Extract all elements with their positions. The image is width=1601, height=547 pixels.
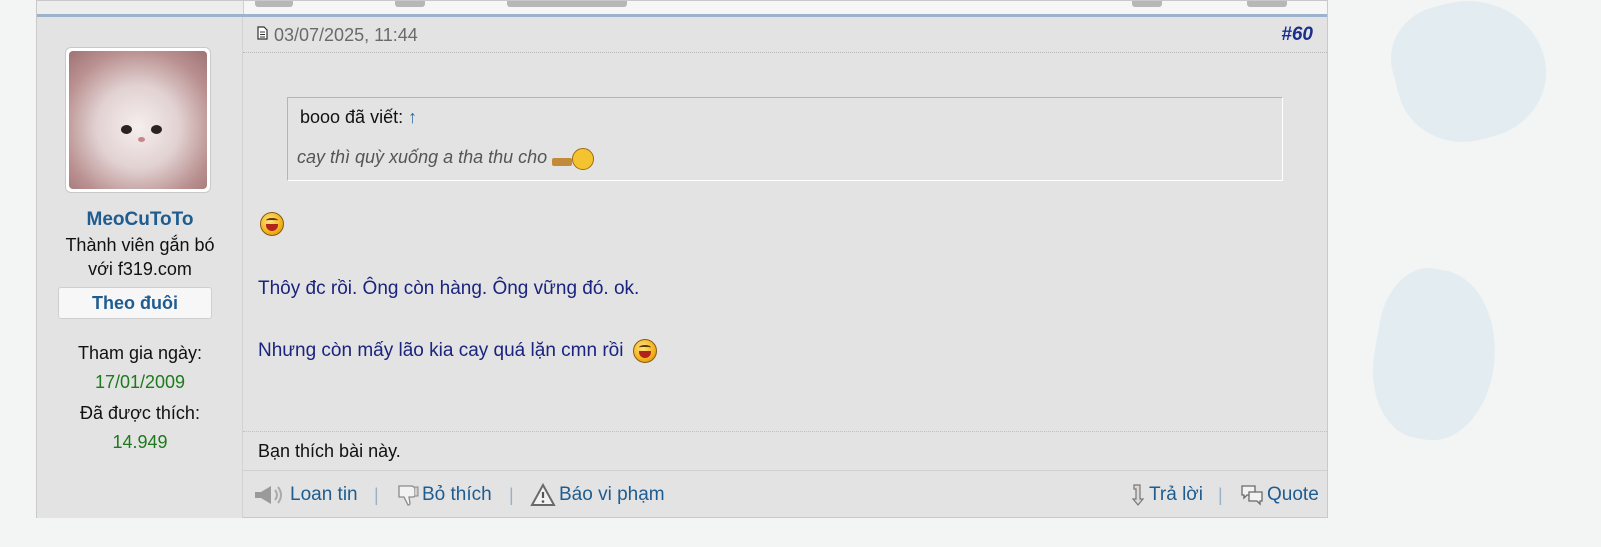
quote-block: booo đã viết: ↑ cay thì quỳ xuống a tha … bbox=[287, 97, 1283, 181]
joined-date: 17/01/2009 bbox=[94, 372, 186, 392]
report-button[interactable]: Báo vi phạm bbox=[530, 483, 665, 509]
previous-post-footer bbox=[37, 1, 1327, 17]
forum-post: MeoCuToTo Thành viên gắn bó với f319.com… bbox=[36, 0, 1328, 518]
warning-icon bbox=[530, 483, 556, 506]
separator: | bbox=[1218, 485, 1223, 505]
separator: | bbox=[374, 485, 379, 505]
share-button[interactable]: Loan tin bbox=[253, 483, 358, 509]
username-link[interactable]: MeoCuToTo bbox=[37, 209, 243, 231]
post-content: 03/07/2025, 11:44 #60 booo đã viết: ↑ ca… bbox=[243, 17, 1327, 518]
post-actions-bar: Loan tin | Bỏ thích | Báo vi phạm Trả lờ… bbox=[243, 470, 1327, 518]
user-info-sidebar: MeoCuToTo Thành viên gắn bó với f319.com… bbox=[37, 17, 243, 518]
quote-author: booo đã viết: ↑ bbox=[300, 107, 418, 127]
reply-button[interactable]: Trả lời bbox=[1130, 483, 1203, 509]
quote-text: cay thì quỳ xuống a tha thu cho bbox=[297, 146, 596, 170]
background-decoration bbox=[1379, 0, 1561, 158]
thumbs-down-icon bbox=[398, 485, 419, 506]
user-title: Thành viên gắn bó với f319.com bbox=[65, 235, 215, 279]
avatar[interactable] bbox=[65, 47, 211, 193]
like-summary: Bạn thích bài này. bbox=[243, 431, 1327, 471]
likes-label: Đã được thích: bbox=[80, 403, 200, 423]
quote-button[interactable]: Quote bbox=[1240, 483, 1319, 509]
laughing-emoticon-icon bbox=[632, 339, 657, 363]
quote-source-link[interactable]: ↑ bbox=[408, 107, 417, 127]
bowing-emoticon-icon bbox=[552, 146, 596, 170]
post-permalink[interactable]: #60 bbox=[1281, 24, 1313, 46]
follow-button[interactable]: Theo đuôi bbox=[58, 287, 212, 319]
reply-arrow-icon bbox=[1131, 484, 1145, 506]
joined-label: Tham gia ngày: bbox=[77, 343, 203, 363]
post-body-line: Nhưng còn mấy lão kia cay quá lặn cmn rồ… bbox=[258, 339, 657, 363]
unlike-button[interactable]: Bỏ thích bbox=[397, 483, 492, 509]
document-icon bbox=[257, 26, 268, 40]
like-summary-text: Bạn thích bài này. bbox=[258, 441, 401, 461]
post-header: 03/07/2025, 11:44 #60 bbox=[243, 17, 1327, 53]
laughing-emoticon-icon bbox=[260, 212, 284, 236]
likes-count: 14.949 bbox=[112, 432, 168, 452]
post-date: 03/07/2025, 11:44 bbox=[274, 25, 418, 45]
background-decoration bbox=[1361, 260, 1509, 450]
avatar-image bbox=[69, 51, 207, 189]
megaphone-icon bbox=[255, 486, 282, 504]
post-body-line: Thôy đc rồi. Ông còn hàng. Ông vững đó. … bbox=[258, 278, 640, 299]
speech-bubbles-icon bbox=[1241, 485, 1263, 506]
separator: | bbox=[509, 485, 514, 505]
